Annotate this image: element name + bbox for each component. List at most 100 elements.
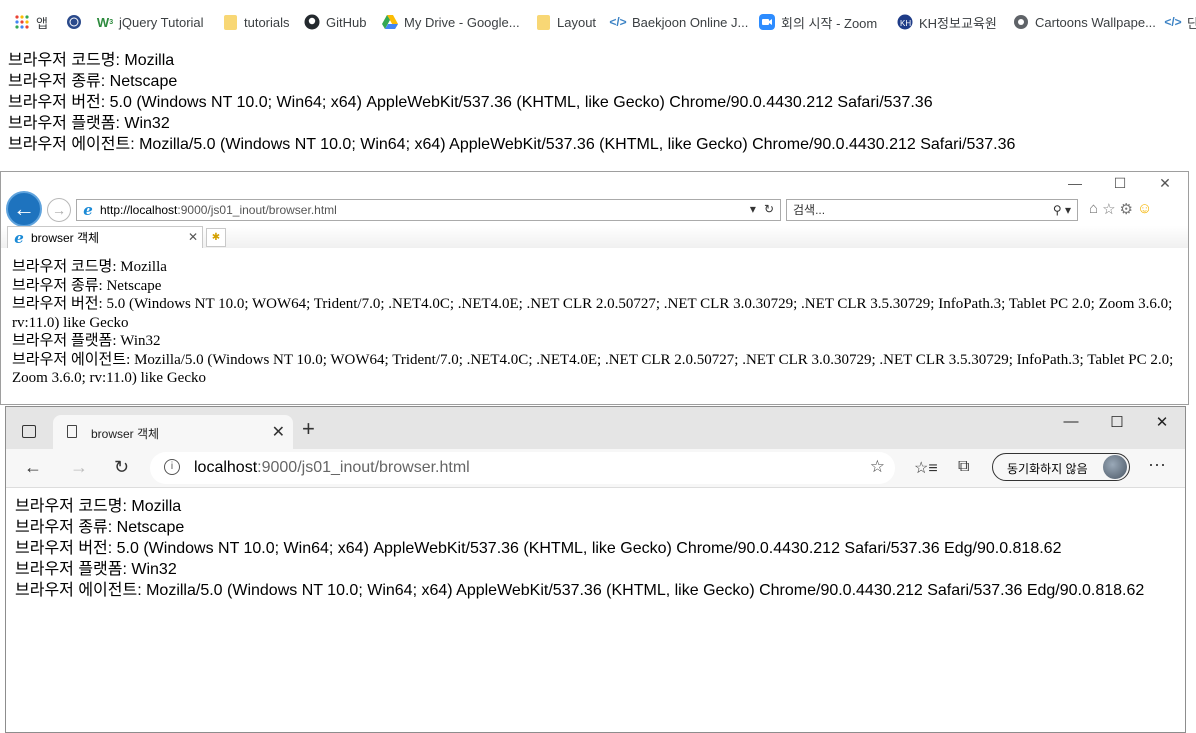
ie-toolbar-icons: ⌂ ☆ ⚙ ☺ [1089, 200, 1152, 218]
url-path: :9000/js01_inout/browser.html [177, 203, 337, 217]
maximize-button[interactable]: ☐ [1097, 413, 1137, 431]
toolbar: ← → ↻ i localhost:9000/js01_inout/browse… [6, 449, 1185, 488]
browser-agent-line: 브라우저 에이전트: Mozilla/5.0 (Windows NT 10.0;… [15, 582, 1145, 599]
bookmark-label: jQuery Tutorial [119, 14, 204, 30]
refresh-icon: ↻ [114, 457, 130, 477]
gear-icon[interactable]: ⚙ [1120, 200, 1133, 218]
browser-platform-line: 브라우저 플랫폼: Win32 [12, 333, 161, 349]
tab-strip: e browser 객체 ✕ ✱ [1, 226, 1188, 248]
browser-codename-line: 브라우저 코드명: Mozilla [15, 498, 182, 515]
favorites-icon[interactable]: ☆≡ [914, 458, 938, 478]
favorites-star-icon[interactable]: ☆ [1102, 200, 1115, 218]
close-tab-icon[interactable]: ✕ [188, 230, 198, 244]
ie-window: — ☐ ✕ ← → e http://localhost:9000/js01_i… [0, 171, 1189, 405]
bookmark-label: 앱 [36, 15, 48, 31]
github-icon [304, 14, 320, 30]
bookmark-label: 단 [1187, 15, 1196, 31]
folder-icon [535, 14, 551, 30]
back-button[interactable]: ← [24, 457, 42, 478]
maximize-button[interactable]: ☐ [1105, 175, 1135, 192]
browser-agent-line: 브라우저 에이전트: Mozilla/5.0 (Windows NT 10.0;… [8, 136, 1016, 153]
browser-version-line: 브라우저 버전: 5.0 (Windows NT 10.0; Win64; x6… [8, 94, 933, 111]
browser-codename-line: 브라우저 코드명: Mozilla [8, 52, 175, 69]
bookmark-zoom[interactable]: 회의 시작 - Zoom [759, 12, 877, 32]
refresh-button[interactable]: ↻ [114, 457, 129, 478]
url-host: localhost [194, 459, 258, 476]
tab-browser-object[interactable]: browser 객체 ✕ [53, 415, 293, 449]
svg-text:KH: KH [900, 19, 911, 28]
feedback-smiley-icon[interactable]: ☺ [1137, 200, 1152, 218]
bookmarks-bar: 앱 W3 jQuery Tutorial tutorials GitHub My… [0, 0, 1196, 42]
new-tab-button[interactable]: ✱ [206, 228, 226, 247]
refresh-icon[interactable]: ↻ [764, 202, 774, 216]
folder-icon [222, 14, 238, 30]
bookmark-jquery-tutorial[interactable]: W3 jQuery Tutorial [97, 12, 204, 32]
url-path: :9000/js01_inout/browser.html [257, 459, 470, 476]
profile-sync-button[interactable]: 동기화하지 않음 [992, 453, 1130, 481]
bookmark-label: KH정보교육원 [919, 15, 997, 31]
back-button[interactable]: ← [6, 191, 42, 227]
minimize-button[interactable]: — [1060, 175, 1090, 191]
bookmark-baekjoon[interactable]: </> Baekjoon Online J... [609, 12, 748, 32]
bookmark-github[interactable]: GitHub [304, 12, 366, 32]
minimize-button[interactable]: — [1051, 413, 1091, 430]
new-tab-button[interactable]: + [302, 418, 315, 440]
home-icon[interactable]: ⌂ [1089, 200, 1098, 218]
tab-title: browser 객체 [91, 427, 160, 441]
info-icon[interactable]: i [164, 459, 180, 475]
forward-button[interactable]: → [47, 198, 71, 222]
w3-icon: W3 [96, 14, 114, 30]
bookmark-emblem[interactable] [66, 12, 82, 32]
code-icon: </> [609, 15, 627, 29]
globe-emblem-icon [66, 14, 82, 30]
arrow-right-icon: → [70, 457, 88, 477]
browser-codename-line: 브라우저 코드명: Mozilla [12, 259, 167, 275]
more-icon[interactable]: ··· [1148, 454, 1166, 475]
ie-logo-icon: e [83, 201, 93, 219]
code-icon: </> [1164, 15, 1182, 29]
arrow-right-icon: → [52, 202, 66, 218]
browser-platform-line: 브라우저 플랫폼: Win32 [8, 115, 170, 132]
bookmark-kh[interactable]: KH KH정보교육원 [897, 12, 997, 32]
tab-browser-object[interactable]: e browser 객체 ✕ [7, 226, 203, 248]
document-icon [67, 425, 77, 438]
tab-title: browser 객체 [31, 231, 100, 245]
address-bar[interactable]: e http://localhost:9000/js01_inout/brows… [76, 199, 781, 221]
bookmark-label: 회의 시작 - Zoom [781, 15, 878, 31]
browser-name-line: 브라우저 종류: Netscape [12, 277, 162, 294]
title-bar: browser 객체 ✕ + — ☐ ✕ [6, 407, 1185, 449]
edge-window: browser 객체 ✕ + — ☐ ✕ ← → ↻ i localhost:9… [5, 406, 1186, 733]
ie-page-content: 브라우저 코드명: Mozilla 브라우저 종류: Netscape 브라우저… [12, 258, 1184, 388]
close-tab-icon[interactable]: ✕ [272, 422, 285, 442]
add-favorite-icon[interactable]: ☆ [870, 457, 885, 477]
close-button[interactable]: ✕ [1150, 175, 1180, 192]
browser-agent-line: 브라우저 에이전트: Mozilla/5.0 (Windows NT 10.0;… [12, 351, 1174, 387]
arrow-left-icon: ← [24, 457, 42, 477]
search-input[interactable]: 검색... ⚲ ▾ [786, 199, 1078, 221]
bookmark-label: My Drive - Google... [404, 14, 520, 30]
collections-icon[interactable]: ⧉ [958, 458, 969, 476]
bookmark-apps[interactable]: 앱 [14, 12, 48, 32]
tab-actions-icon[interactable] [22, 425, 36, 438]
search-icon[interactable]: ⚲ ▾ [1053, 200, 1071, 220]
browser-platform-line: 브라우저 플랫폼: Win32 [15, 561, 177, 578]
chrome-page-content: 브라우저 코드명: Mozilla 브라우저 종류: Netscape 브라우저… [8, 50, 1015, 155]
browser-name-line: 브라우저 종류: Netscape [8, 73, 178, 90]
close-button[interactable]: ✕ [1142, 413, 1182, 431]
browser-name-line: 브라우저 종류: Netscape [15, 519, 185, 536]
bookmark-label: Layout [557, 14, 597, 30]
forward-button[interactable]: → [70, 457, 88, 478]
browser-version-line: 브라우저 버전: 5.0 (Windows NT 10.0; WOW64; Tr… [12, 296, 1173, 331]
browser-version-line: 브라우저 버전: 5.0 (Windows NT 10.0; Win64; x6… [15, 540, 1062, 557]
edge-page-content: 브라우저 코드명: Mozilla 브라우저 종류: Netscape 브라우저… [15, 496, 1144, 601]
bookmark-layout[interactable]: Layout [535, 12, 596, 32]
ie-logo-icon: e [14, 228, 24, 247]
bookmark-tutorials[interactable]: tutorials [222, 12, 290, 32]
bookmark-overflow[interactable]: </> 단 [1164, 12, 1196, 32]
globe-icon [1013, 14, 1029, 30]
dropdown-icon[interactable]: ▾ [750, 202, 756, 216]
bookmark-cartoons[interactable]: Cartoons Wallpape... [1013, 12, 1156, 32]
avatar [1103, 455, 1127, 479]
address-bar[interactable]: i localhost:9000/js01_inout/browser.html… [150, 452, 895, 484]
bookmark-my-drive[interactable]: My Drive - Google... [382, 12, 520, 32]
